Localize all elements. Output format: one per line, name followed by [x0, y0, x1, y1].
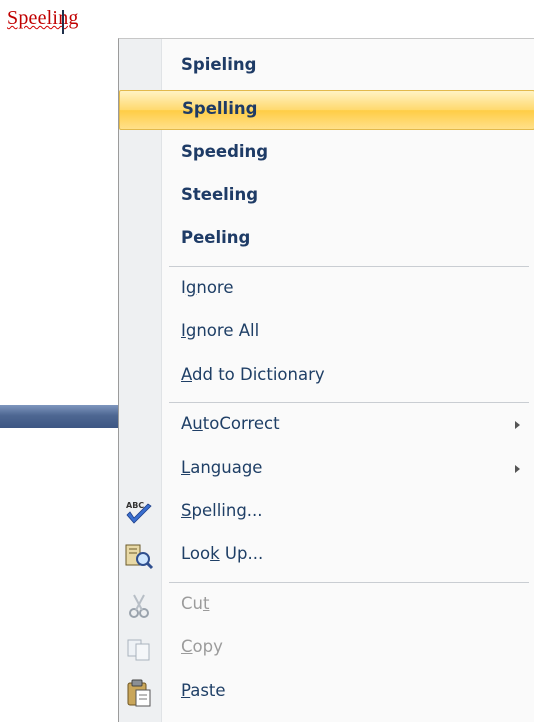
menu-item-language[interactable]: Language [119, 450, 534, 490]
menu-item-label: Spelling... [181, 501, 263, 520]
spell-check-abc-icon: ABC [126, 501, 152, 524]
menu-separator [169, 266, 529, 267]
menu-item-label: Look Up... [181, 544, 264, 563]
menu-item-copy[interactable]: Copy [119, 629, 534, 669]
spelling-context-menu: Spieling Spelling Speeding Steeling Peel… [118, 38, 534, 722]
misspelled-word[interactable]: Speeling [7, 7, 79, 30]
menu-item-cut[interactable]: Cut [119, 586, 534, 626]
menu-item-add-to-dictionary[interactable]: Add to Dictionary [119, 357, 534, 397]
menu-item-ignore-all[interactable]: Ignore All [119, 313, 534, 353]
submenu-arrow-icon [515, 421, 520, 429]
menu-item-paste[interactable]: Paste [119, 673, 534, 713]
menu-item-label: Copy [181, 637, 223, 656]
clipboard-paste-icon [127, 679, 151, 707]
suggestion-label: Spelling [182, 99, 258, 118]
suggestion-speeding[interactable]: Speeding [119, 134, 534, 174]
menu-item-label: Ignore [181, 278, 234, 297]
menu-item-label: Paste [181, 681, 226, 700]
research-book-magnifier-icon [125, 544, 154, 570]
suggestion-peeling[interactable]: Peeling [119, 220, 534, 260]
suggestion-steeling[interactable]: Steeling [119, 177, 534, 217]
document-background-bar [0, 405, 118, 428]
scissors-icon [129, 594, 149, 618]
menu-item-label: Add to Dictionary [181, 365, 325, 384]
suggestion-label: Speeding [181, 142, 269, 161]
menu-item-ignore[interactable]: Ignore [119, 270, 534, 310]
suggestion-label: Peeling [181, 228, 251, 247]
menu-item-label: Cut [181, 594, 210, 613]
menu-item-label: Language [181, 458, 263, 477]
menu-separator [169, 402, 529, 403]
menu-item-autocorrect[interactable]: AutoCorrect [119, 406, 534, 446]
menu-item-spelling[interactable]: ABC Spelling... [119, 493, 534, 533]
suggestion-spelling[interactable]: Spelling [119, 90, 534, 130]
menu-separator [169, 582, 529, 583]
submenu-arrow-icon [515, 465, 520, 473]
suggestion-spieling[interactable]: Spieling [119, 47, 534, 87]
menu-item-label: Ignore All [181, 321, 260, 340]
copy-pages-icon [127, 639, 150, 661]
text-caret [62, 10, 64, 34]
svg-text:ABC: ABC [126, 501, 144, 510]
suggestion-label: Steeling [181, 185, 259, 204]
menu-item-label: AutoCorrect [181, 414, 280, 433]
menu-item-look-up[interactable]: Look Up... [119, 536, 534, 576]
suggestion-label: Spieling [181, 55, 257, 74]
